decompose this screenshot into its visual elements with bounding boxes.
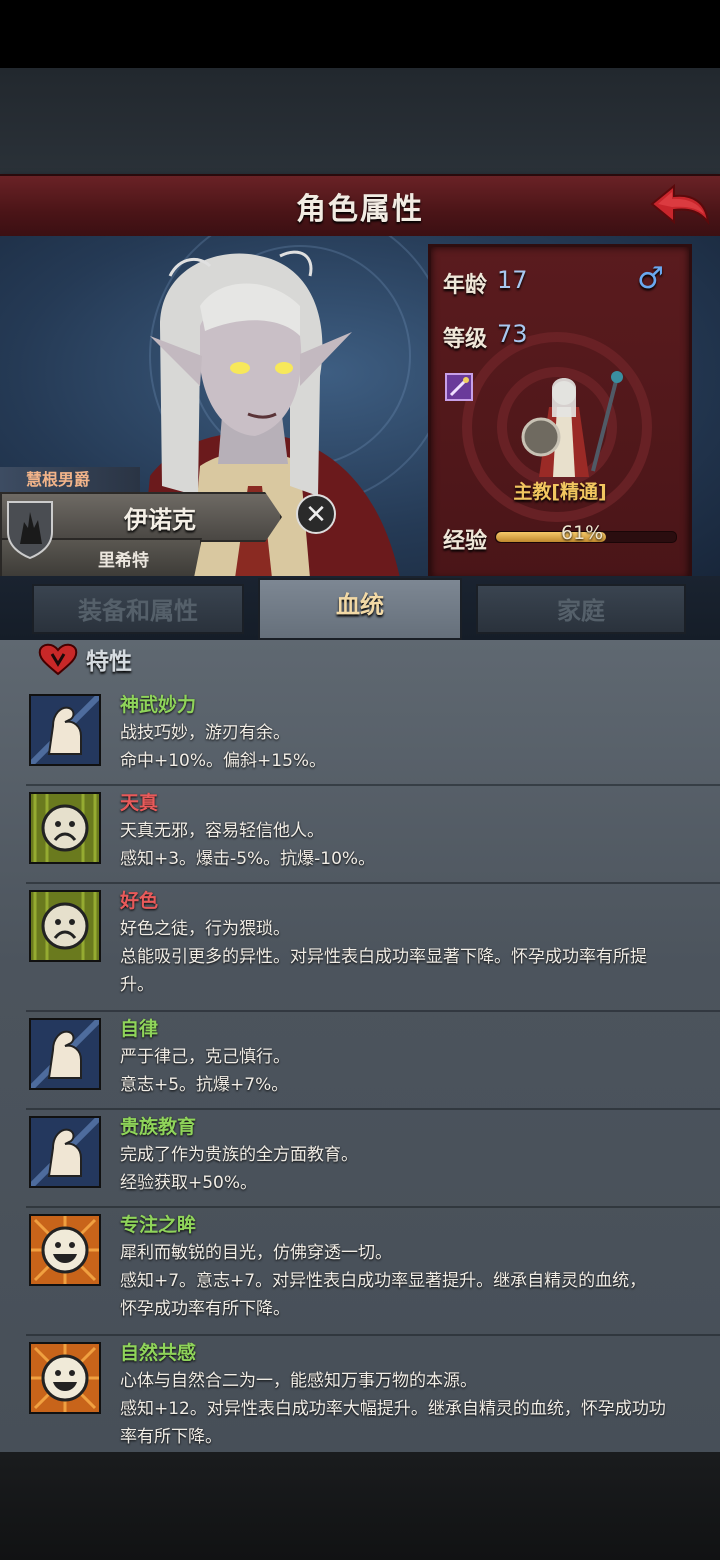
trait-description-line: 战技巧妙，游刃有余。 (120, 723, 290, 743)
happy-face-icon (29, 1214, 101, 1286)
muscle-arm-icon (28, 693, 102, 767)
page-title: 角色属性 (296, 192, 424, 227)
trait-description-line: 经验获取+50%。 (120, 1173, 258, 1193)
house-shield-icon (7, 501, 53, 560)
traits-panel: 特性 神武妙力战技巧妙，游刃有余。命中+10%。偏斜+15%。 天真天真无邪，容易… (0, 640, 720, 1452)
trait-description-line: 犀利而敏锐的目光，仿佛穿透一切。 (120, 1243, 392, 1263)
trait-description-line: 升。 (120, 975, 154, 995)
trait-description-line: 率有所下降。 (120, 1427, 222, 1447)
trait-divider (26, 784, 720, 786)
top-backdrop (0, 68, 720, 174)
muscle-arm-icon (28, 1017, 102, 1091)
trait-name: 好色 (120, 890, 159, 912)
trait-name: 自然共感 (120, 1342, 197, 1364)
level-label: 等级 (443, 327, 488, 352)
trait-description-line: 意志+5。抗爆+7%。 (120, 1075, 289, 1095)
age-label: 年龄 (443, 273, 488, 298)
title-bar: 角色属性 (0, 174, 720, 241)
trait-description-line: 总能吸引更多的异性。对异性表白成功率显著下降。怀孕成功率有所提 (120, 947, 647, 967)
trait-divider (26, 1108, 720, 1110)
exp-percent: 61% (561, 522, 604, 544)
level-value: 73 (497, 320, 528, 348)
staff-skill-icon[interactable] (445, 373, 473, 401)
exp-label: 经验 (443, 529, 488, 554)
trait-name: 贵族教育 (120, 1116, 197, 1138)
tab-family[interactable]: 家庭 (476, 584, 686, 634)
trait-description-line: 天真无邪，容易轻信他人。 (120, 821, 324, 841)
sad-face-icon (29, 792, 101, 864)
trait-divider (26, 882, 720, 884)
male-gender-icon: ♂ (637, 261, 664, 296)
trait-description-line: 感知+7。意志+7。对异性表白成功率显著提升。继承自精灵的血统， (120, 1271, 647, 1291)
bottom-area (0, 1452, 720, 1560)
trait-name: 神武妙力 (120, 694, 197, 716)
section-title: 特性 (86, 649, 132, 675)
class-name: 主教[精通] (513, 481, 607, 503)
trait-description-line: 感知+12。对异性表白成功率大幅提升。继承自精灵的血统，怀孕成功功 (120, 1399, 666, 1419)
trait-description-line: 感知+3。爆击-5%。抗爆-10%。 (120, 849, 376, 869)
noble-title-tag: 慧根男爵 (0, 467, 140, 493)
tab-bloodline[interactable]: 血统 (258, 578, 462, 640)
trait-name: 专注之眸 (120, 1214, 197, 1236)
muscle-arm-icon (28, 1115, 102, 1189)
sad-face-icon (29, 890, 101, 962)
trait-description-line: 完成了作为贵族的全方面教育。 (120, 1145, 358, 1165)
tab-equipment-attributes[interactable]: 装备和属性 (32, 584, 244, 634)
stats-panel: 年龄 17 ♂ 等级 73 主教[精通] 经验 61% (428, 244, 692, 582)
trait-description-line: 心体与自然合二为一，能感知万事万物的本源。 (120, 1371, 477, 1391)
bishop-class-figure (521, 371, 623, 477)
tab-bar: 装备和属性 血统 家庭 (0, 576, 720, 640)
happy-face-icon (29, 1342, 101, 1414)
house-name: 里希特 (98, 551, 149, 571)
trait-description-line: 怀孕成功率有所下降。 (120, 1299, 290, 1319)
trait-description-line: 严于律己，克己慎行。 (120, 1047, 290, 1067)
trait-name: 天真 (120, 792, 159, 814)
character-name: 伊诺克 (124, 506, 196, 534)
age-value: 17 (497, 266, 528, 294)
trait-divider (26, 1206, 720, 1208)
trait-name: 自律 (120, 1018, 159, 1040)
trait-description-line: 命中+10%。偏斜+15%。 (120, 751, 327, 771)
close-icon[interactable]: ✕ (296, 494, 336, 534)
status-bar-area (0, 0, 720, 68)
heart-icon (38, 643, 78, 676)
back-arrow-icon[interactable] (648, 182, 712, 230)
trait-divider (26, 1334, 720, 1336)
trait-description-line: 好色之徒，行为猥琐。 (120, 919, 290, 939)
trait-divider (26, 1010, 720, 1012)
